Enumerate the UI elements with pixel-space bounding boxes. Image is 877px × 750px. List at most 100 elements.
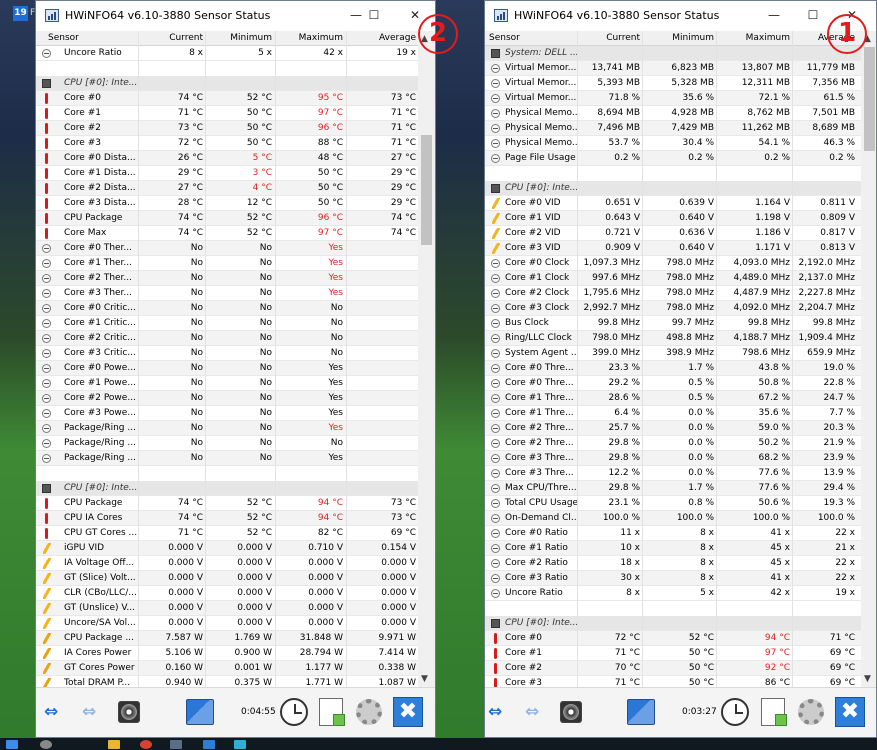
app-icon-2[interactable]: [203, 740, 215, 749]
sensor-row[interactable]: Physical Memo... 8,694 MB 4,928 MB 8,762 MB…: [485, 106, 861, 121]
sensor-row[interactable]: Core #0 Thre... 23.3 % 1.7 % 43.8 % 19.0 %: [485, 361, 861, 376]
sensor-row[interactable]: Core #1 71 °C 50 °C 97 °C 69 °C: [485, 646, 861, 661]
sensor-row[interactable]: CPU Package ... 7.587 W 1.769 W 31.848 W 9.9…: [36, 631, 418, 646]
column-header[interactable]: Average: [347, 31, 416, 46]
gear-icon[interactable]: [356, 699, 382, 725]
sensor-row[interactable]: Core #0 Ratio 11 x 8 x 41 x 22 x: [485, 526, 861, 541]
fan-icon[interactable]: [560, 701, 582, 723]
scroll-down-arrow-icon[interactable]: ▼: [864, 674, 871, 684]
navigate-arrows-icon[interactable]: ⇔: [44, 699, 78, 725]
sensor-row[interactable]: Core #1 Clock 997.6 MHz 798.0 MHz 4,489.0 M…: [485, 271, 861, 286]
sensor-row[interactable]: Core #0 Dista... 26 °C 5 °C 48 °C 27 °C: [36, 151, 418, 166]
sensor-row[interactable]: IA Cores Power 5.106 W 0.900 W 28.794 W 7.41…: [36, 646, 418, 661]
sensor-row[interactable]: CLR (CBo/LLC/... 0.000 V 0.000 V 0.000 V 0.0…: [36, 586, 418, 601]
sensor-row[interactable]: Core #2 Ratio 18 x 8 x 45 x 22 x: [485, 556, 861, 571]
sensor-row[interactable]: Core #2 VID 0.721 V 0.636 V 1.186 V 0.817 V: [485, 226, 861, 241]
sensor-row[interactable]: iGPU VID 0.000 V 0.000 V 0.710 V 0.154 V: [36, 541, 418, 556]
sensor-row[interactable]: Core #2 Clock 1,795.6 MHz 798.0 MHz 4,487.9…: [485, 286, 861, 301]
sensor-row[interactable]: Package/Ring ... No No Yes: [36, 451, 418, 466]
sensor-row[interactable]: Core #2 Powe... No No Yes: [36, 391, 418, 406]
sensor-row[interactable]: Core #3 Powe... No No Yes: [36, 406, 418, 421]
sensor-row[interactable]: Core #1 Thre... 28.6 % 0.5 % 67.2 % 24.7 %: [485, 391, 861, 406]
sensor-row[interactable]: Virtual Memor... 71.8 % 35.6 % 72.1 % 61.5 %: [485, 91, 861, 106]
scroll-down-arrow-icon[interactable]: ▼: [421, 674, 428, 684]
sensor-row[interactable]: Core #2 Dista... 27 °C 4 °C 50 °C 29 °C: [36, 181, 418, 196]
sensor-row[interactable]: Bus Clock 99.8 MHz 99.7 MHz 99.8 MHz 99.8 MH…: [485, 316, 861, 331]
sensor-row[interactable]: GT Cores Power 0.160 W 0.001 W 1.177 W 0.338…: [36, 661, 418, 676]
sensor-row[interactable]: Core #2 Critic... No No No: [36, 331, 418, 346]
sensor-row[interactable]: Core #3 Clock 2,992.7 MHz 798.0 MHz 4,092.0…: [485, 301, 861, 316]
sensor-row[interactable]: Core #3 Dista... 28 °C 12 °C 50 °C 29 °C: [36, 196, 418, 211]
sensor-row[interactable]: Core #0 Ther... No No Yes: [36, 241, 418, 256]
sensor-row[interactable]: Uncore/SA Vol... 0.000 V 0.000 V 0.000 V 0.0…: [36, 616, 418, 631]
vertical-scrollbar[interactable]: ▲ ▼: [418, 31, 435, 687]
scroll-thumb[interactable]: [421, 135, 432, 245]
search-icon[interactable]: [40, 740, 52, 749]
sensor-row[interactable]: Core #3 Thre... 29.8 % 0.0 % 68.2 % 23.9 %: [485, 451, 861, 466]
navigate-arrows-dim-icon[interactable]: ⇔: [82, 699, 116, 725]
sensor-row[interactable]: On-Demand Cl... 100.0 % 100.0 % 100.0 % 100.…: [485, 511, 861, 526]
app-icon-3[interactable]: [234, 740, 246, 749]
sensor-row[interactable]: Core #3 Ther... No No Yes: [36, 286, 418, 301]
browser-icon[interactable]: [140, 740, 152, 749]
sensor-row[interactable]: Core #3 VID 0.909 V 0.640 V 1.171 V 0.813 V: [485, 241, 861, 256]
maximize-button[interactable]: ☐: [359, 5, 389, 25]
sensor-row[interactable]: Physical Memo... 53.7 % 30.4 % 54.1 % 46.3 %: [485, 136, 861, 151]
sensor-row[interactable]: Page File Usage 0.2 % 0.2 % 0.2 % 0.2 %: [485, 151, 861, 166]
column-divider[interactable]: [275, 31, 276, 687]
folder-icon[interactable]: [108, 740, 120, 749]
sensor-row[interactable]: Core #2 Thre... 29.8 % 0.0 % 50.2 % 21.9 %: [485, 436, 861, 451]
sensor-row[interactable]: Virtual Memor... 5,393 MB 5,328 MB 12,311 M…: [485, 76, 861, 91]
section-header-row[interactable]: CPU [#0]: Inte...: [36, 76, 418, 91]
sensor-row[interactable]: Core #1 Thre... 6.4 % 0.0 % 35.6 % 7.7 %: [485, 406, 861, 421]
section-header-row[interactable]: System: DELL ...: [485, 46, 861, 61]
sensor-row[interactable]: Core #3 71 °C 50 °C 86 °C 69 °C: [485, 676, 861, 687]
sensor-row[interactable]: Package/Ring ... No No Yes: [36, 421, 418, 436]
sensor-row[interactable]: Core #1 Ther... No No Yes: [36, 256, 418, 271]
sensor-row[interactable]: Core #1 Critic... No No No: [36, 316, 418, 331]
add-report-icon[interactable]: [319, 698, 345, 726]
column-header[interactable]: Current: [578, 31, 640, 46]
sensor-row[interactable]: Uncore Ratio 8 x 5 x 42 x 19 x: [485, 586, 861, 601]
title-bar[interactable]: HWiNFO64 v6.10-3880 Sensor Status — ☐ ✕: [36, 1, 435, 31]
sensor-row[interactable]: Core #1 Powe... No No Yes: [36, 376, 418, 391]
fan-icon[interactable]: [118, 701, 140, 723]
sensor-row[interactable]: Max CPU/Thre... 29.8 % 1.7 % 77.6 % 29.4 %: [485, 481, 861, 496]
section-header-row[interactable]: CPU [#0]: Inte...: [36, 481, 418, 496]
sensor-row[interactable]: Total DRAM P... 0.940 W 0.375 W 1.771 W 1.08…: [36, 676, 418, 687]
column-divider[interactable]: [792, 31, 793, 687]
sensor-row[interactable]: Core #0 72 °C 52 °C 94 °C 71 °C: [485, 631, 861, 646]
sensor-row[interactable]: Core #2 70 °C 50 °C 92 °C 69 °C: [485, 661, 861, 676]
sensor-row[interactable]: Core #3 Critic... No No No: [36, 346, 418, 361]
sensor-row[interactable]: Core #2 Thre... 25.7 % 0.0 % 59.0 % 20.3 %: [485, 421, 861, 436]
sensor-row[interactable]: System Agent ... 399.0 MHz 398.9 MHz 798.6 …: [485, 346, 861, 361]
column-header[interactable]: Sensor: [489, 31, 577, 46]
start-icon[interactable]: [6, 740, 18, 749]
add-report-icon[interactable]: [761, 698, 787, 726]
sensor-row[interactable]: CPU GT Cores ... 71 °C 52 °C 82 °C 69 °C: [36, 526, 418, 541]
sensor-row[interactable]: Core #2 Ther... No No Yes: [36, 271, 418, 286]
sensor-row[interactable]: GT (Slice) Volt... 0.000 V 0.000 V 0.000 V 0…: [36, 571, 418, 586]
clock-icon[interactable]: [280, 698, 308, 726]
sensor-row[interactable]: CPU Package 74 °C 52 °C 96 °C 74 °C: [36, 211, 418, 226]
maximize-button[interactable]: ☐: [798, 5, 828, 25]
sensor-row[interactable]: Core #2 73 °C 50 °C 96 °C 71 °C: [36, 121, 418, 136]
network-icon[interactable]: [627, 699, 655, 725]
sensor-row[interactable]: Core #1 Dista... 29 °C 3 °C 50 °C 29 °C: [36, 166, 418, 181]
column-divider[interactable]: [577, 31, 578, 687]
app-icon[interactable]: [170, 740, 182, 749]
sensor-row[interactable]: Ring/LLC Clock 798.0 MHz 498.8 MHz 4,188.7 …: [485, 331, 861, 346]
sensor-row[interactable]: Core #0 Clock 1,097.3 MHz 798.0 MHz 4,093.0…: [485, 256, 861, 271]
column-header[interactable]: Current: [139, 31, 203, 46]
navigate-arrows-dim-icon[interactable]: ⇔: [525, 699, 559, 725]
network-icon[interactable]: [186, 699, 214, 725]
clock-icon[interactable]: [721, 698, 749, 726]
sensor-row[interactable]: Uncore Ratio 8 x 5 x 42 x 19 x: [36, 46, 418, 61]
sensor-row[interactable]: Total CPU Usage 23.1 % 0.8 % 50.6 % 19.3 %: [485, 496, 861, 511]
sensor-row[interactable]: CPU Package 74 °C 52 °C 94 °C 73 °C: [36, 496, 418, 511]
sensor-row[interactable]: Core #3 72 °C 50 °C 88 °C 71 °C: [36, 136, 418, 151]
sensor-row[interactable]: Core #3 Ratio 30 x 8 x 41 x 22 x: [485, 571, 861, 586]
sensor-row[interactable]: Core #3 Thre... 12.2 % 0.0 % 77.6 % 13.9 %: [485, 466, 861, 481]
section-header-row[interactable]: CPU [#0]: Inte...: [485, 616, 861, 631]
sensor-row[interactable]: IA Voltage Off... 0.000 V 0.000 V 0.000 V 0.…: [36, 556, 418, 571]
